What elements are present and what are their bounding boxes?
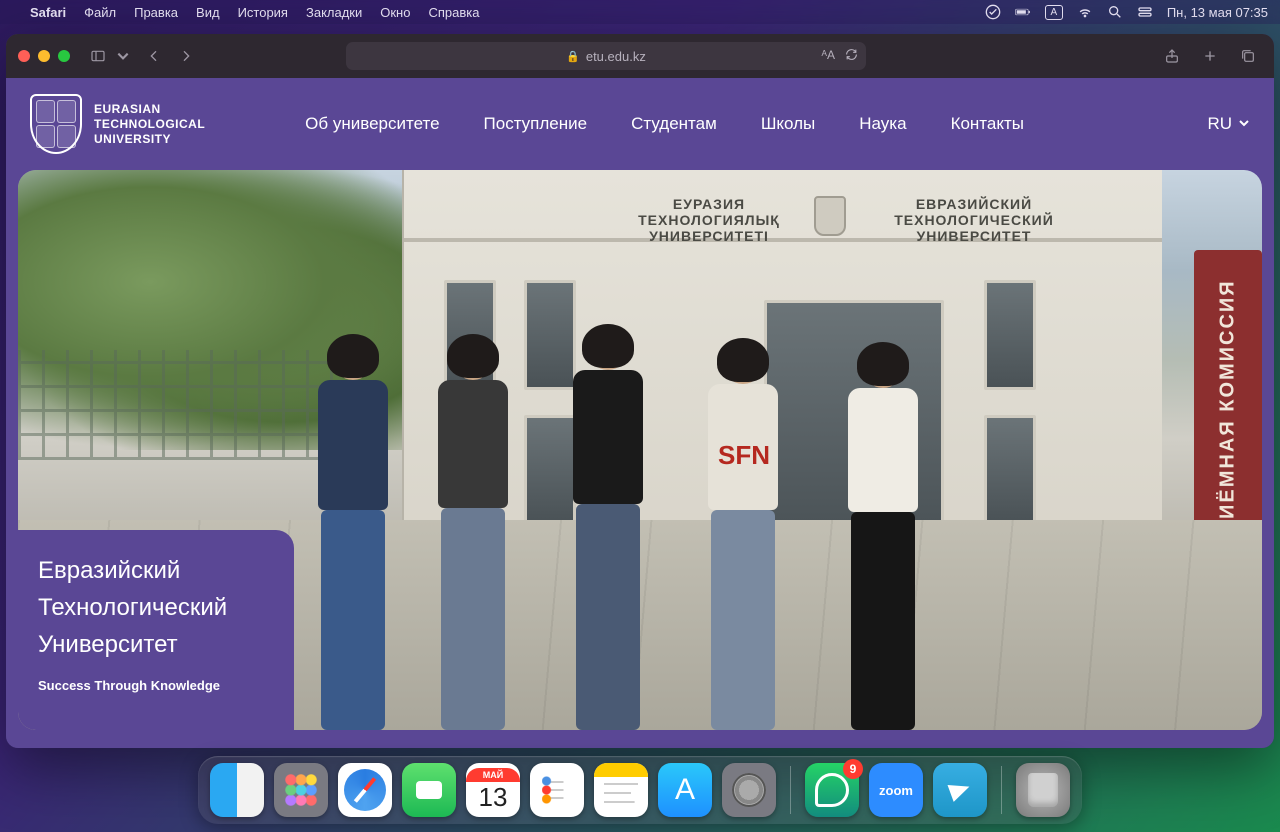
dock-reminders-icon[interactable] [530,763,584,817]
hero-person [318,340,388,730]
hero-title-card: Евразийский Технологический Университет … [18,530,294,730]
macos-dock: МАЙ 13 9 zoom [198,756,1082,824]
lock-icon: 🔒 [566,50,580,63]
macos-menubar: Safari Файл Правка Вид История Закладки … [0,0,1280,24]
menu-view[interactable]: Вид [196,5,220,20]
building-crest-icon [814,196,846,236]
hero-person [708,344,778,730]
hero-person [848,348,918,730]
dock-trash-icon[interactable] [1016,763,1070,817]
dock-separator [790,766,791,814]
spotlight-icon[interactable] [1107,4,1123,20]
dock-settings-icon[interactable] [722,763,776,817]
minimize-window-button[interactable] [38,50,50,62]
forward-button-icon[interactable] [172,42,200,70]
dock-safari-icon[interactable] [338,763,392,817]
building-sign-kz: ЕУРАЗИЯ ТЕХНОЛОГИЯЛЫҚ УНИВЕРСИТЕТІ [634,196,784,244]
logo-shield-icon [30,94,82,154]
hero-title: Евразийский Технологический Университет [38,552,274,664]
sidebar-toggle-icon[interactable] [84,42,112,70]
dock-whatsapp-icon[interactable]: 9 [805,763,859,817]
menubar-left: Safari Файл Правка Вид История Закладки … [12,5,479,20]
hero-banner: ЕУРАЗИЯ ТЕХНОЛОГИЯЛЫҚ УНИВЕРСИТЕТІ ЕВРАЗ… [18,170,1262,730]
safari-window: 🔒 etu.edu.kz ᴬA [6,34,1274,748]
page-content: EURASIAN TECHNOLOGICAL UNIVERSITY Об уни… [6,78,1274,748]
menubar-app-name[interactable]: Safari [30,5,66,20]
back-button-icon[interactable] [140,42,168,70]
dock-notes-icon[interactable] [594,763,648,817]
nav-science[interactable]: Наука [859,114,906,134]
menu-edit[interactable]: Правка [134,5,178,20]
dock-telegram-icon[interactable] [933,763,987,817]
dock-calendar-icon[interactable]: МАЙ 13 [466,763,520,817]
dock-separator [1001,766,1002,814]
translate-icon[interactable]: ᴬA [822,48,835,64]
dock-launchpad-icon[interactable] [274,763,328,817]
telegram-status-icon[interactable] [985,4,1001,20]
dock-finder-icon[interactable] [210,763,264,817]
nav-schools[interactable]: Школы [761,114,815,134]
nav-contacts[interactable]: Контакты [951,114,1024,134]
hero-person [438,340,508,730]
language-switcher[interactable]: RU [1207,114,1250,134]
menu-history[interactable]: История [238,5,288,20]
control-center-icon[interactable] [1137,4,1153,20]
menubar-status: А Пн, 13 мая 07:35 [985,4,1268,20]
battery-icon[interactable] [1015,4,1031,20]
reload-icon[interactable] [845,48,858,64]
hero-tagline: Success Through Knowledge [38,678,274,693]
primary-nav: Об университете Поступление Студентам Шк… [305,114,1024,134]
hero-fence [18,350,348,460]
dock-badge: 9 [843,759,863,779]
dock-appstore-icon[interactable] [658,763,712,817]
nav-students[interactable]: Студентам [631,114,717,134]
window-controls [18,50,70,62]
menu-help[interactable]: Справка [428,5,479,20]
wifi-icon[interactable] [1077,4,1093,20]
safari-toolbar: 🔒 etu.edu.kz ᴬA [6,34,1274,78]
logo-text: EURASIAN TECHNOLOGICAL UNIVERSITY [94,102,205,147]
close-window-button[interactable] [18,50,30,62]
site-header: EURASIAN TECHNOLOGICAL UNIVERSITY Об уни… [6,78,1274,170]
chevron-down-icon [1238,114,1250,134]
share-icon[interactable] [1158,42,1186,70]
hero-person [573,330,643,730]
new-tab-icon[interactable] [1196,42,1224,70]
address-bar[interactable]: 🔒 etu.edu.kz ᴬA [346,42,866,70]
zoom-window-button[interactable] [58,50,70,62]
menu-file[interactable]: Файл [84,5,116,20]
menu-window[interactable]: Окно [380,5,410,20]
building-sign-ru: ЕВРАЗИЙСКИЙ ТЕХНОЛОГИЧЕСКИЙ УНИВЕРСИТЕТ [884,196,1064,244]
menubar-clock[interactable]: Пн, 13 мая 07:35 [1167,5,1268,20]
tabs-overview-icon[interactable] [1234,42,1262,70]
nav-admission[interactable]: Поступление [484,114,588,134]
menu-bookmarks[interactable]: Закладки [306,5,362,20]
dock-facetime-icon[interactable] [402,763,456,817]
nav-about[interactable]: Об университете [305,114,439,134]
sidebar-dropdown-icon[interactable] [116,42,130,70]
site-logo[interactable]: EURASIAN TECHNOLOGICAL UNIVERSITY [30,94,205,154]
input-language-indicator[interactable]: А [1045,5,1063,20]
dock-zoom-icon[interactable]: zoom [869,763,923,817]
url-host: etu.edu.kz [586,49,646,64]
